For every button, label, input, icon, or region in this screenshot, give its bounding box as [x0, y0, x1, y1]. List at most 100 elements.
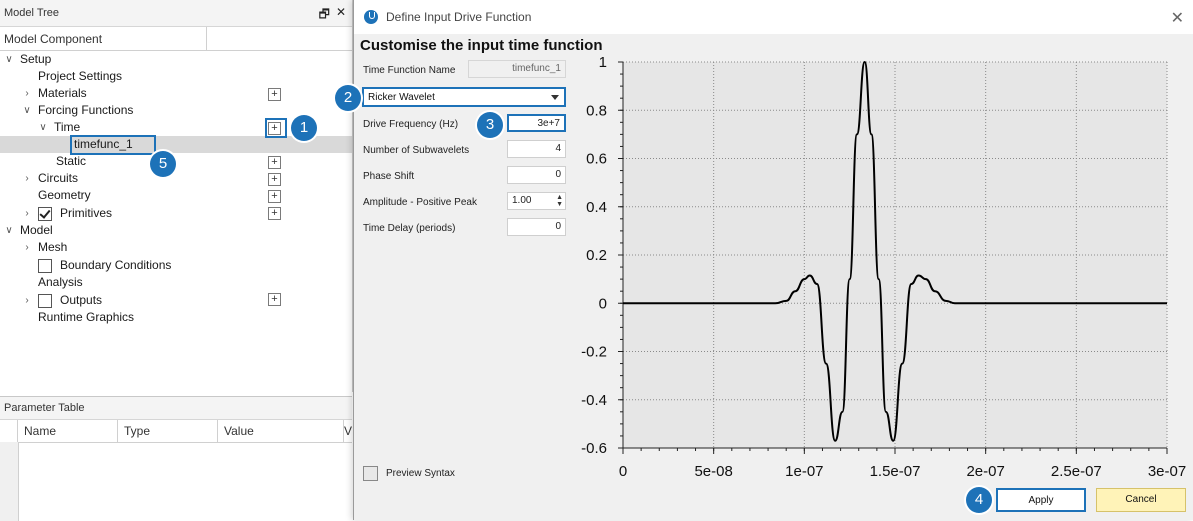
add-circuit-button[interactable]: + [268, 173, 281, 186]
tree-item-analysis[interactable]: Analysis [38, 274, 83, 291]
time-delay-input[interactable]: 0 [507, 218, 566, 236]
tree-item-time[interactable]: ∨ Time [38, 119, 80, 136]
subwavelets-input[interactable]: 4 [507, 140, 566, 158]
function-type-value: Ricker Wavelet [368, 92, 435, 103]
y-tick-label: -0.2 [581, 344, 607, 361]
tree-item-setup[interactable]: ∨ Setup [4, 51, 51, 68]
tree-item-mesh[interactable]: › Mesh [22, 239, 67, 256]
primitives-checkbox[interactable] [38, 206, 52, 221]
subwavelets-label: Number of Subwavelets [363, 145, 470, 156]
float-window-icon[interactable]: 🗗 [319, 5, 330, 26]
y-tick-label: 0 [599, 295, 607, 312]
column-type[interactable]: Type [118, 420, 218, 442]
chevron-right-icon[interactable]: › [22, 205, 32, 222]
tree-item-geometry[interactable]: Geometry [38, 187, 91, 204]
callout-5: 5 [150, 151, 176, 177]
boundary-conditions-checkbox[interactable] [38, 258, 52, 273]
amplitude-value: 1.00 [512, 195, 532, 206]
x-tick-label: 2.5e-07 [1051, 463, 1102, 480]
dialog-heading: Customise the input time function [360, 37, 603, 54]
column-name[interactable]: Name [18, 420, 118, 442]
chevron-right-icon[interactable]: › [22, 170, 32, 187]
tree-item-circuits[interactable]: › Circuits [22, 170, 78, 187]
model-component-header: Model Component [0, 27, 207, 50]
tree-item-boundary-conditions[interactable]: Boundary Conditions [38, 257, 171, 274]
model-tree-panel: Model Tree 🗗 ✕ Model Component ∨ Setup Pr… [0, 0, 353, 392]
model-tree-title: Model Tree [4, 7, 60, 19]
outputs-checkbox[interactable] [38, 293, 52, 308]
parameter-table-title: Parameter Table [4, 402, 85, 414]
apply-button[interactable]: Apply [996, 488, 1086, 512]
callout-3: 3 [477, 112, 503, 138]
row-header-column [0, 442, 19, 521]
column-value[interactable]: Value [218, 420, 344, 442]
drive-frequency-label: Drive Frequency (Hz) [363, 119, 459, 130]
model-tree-titlebar: Model Tree 🗗 ✕ [0, 0, 352, 27]
y-tick-label: -0.6 [581, 440, 607, 457]
parameter-table-titlebar: Parameter Table [0, 397, 352, 420]
x-tick-label: 1e-07 [785, 463, 823, 480]
spin-arrows-icon[interactable]: ▲ ▼ [556, 194, 563, 208]
add-geometry-button[interactable]: + [268, 190, 281, 203]
add-static-button[interactable]: + [268, 156, 281, 169]
y-tick-label: 0.6 [586, 151, 607, 168]
parameter-table-header: Name Type Value V [0, 420, 352, 443]
add-primitive-button[interactable]: + [268, 207, 281, 220]
preview-syntax-label: Preview Syntax [386, 468, 455, 479]
chevron-down-icon[interactable]: ∨ [22, 102, 32, 119]
tree-item-static[interactable]: Static [56, 153, 86, 170]
y-tick-label: -0.4 [581, 392, 607, 409]
x-tick-label: 3e-07 [1148, 463, 1186, 480]
chevron-right-icon[interactable]: › [22, 85, 32, 102]
add-output-button[interactable]: + [268, 293, 281, 306]
time-function-plot: 0 5e-08 1e-07 1.5e-07 2e-07 2.5e-07 3e-07 1 0.8 0… [581, 54, 1186, 480]
dialog-titlebar: Define Input Drive Function ✕ [354, 0, 1193, 34]
x-tick-label: 5e-08 [694, 463, 732, 480]
time-function-name-field: timefunc_1 [468, 60, 566, 78]
add-material-button[interactable]: + [268, 88, 281, 101]
close-icon[interactable]: ✕ [1171, 8, 1184, 28]
cancel-button[interactable]: Cancel [1096, 488, 1186, 512]
close-icon[interactable]: ✕ [336, 5, 346, 26]
row-header-corner [0, 420, 18, 442]
column-v[interactable]: V [344, 420, 352, 442]
preview-syntax-option[interactable]: Preview Syntax [363, 466, 455, 481]
drive-frequency-input[interactable]: 3e+7 [507, 114, 566, 132]
parameter-table-panel: Parameter Table Name Type Value V [0, 396, 352, 521]
phase-shift-input[interactable]: 0 [507, 166, 566, 184]
callout-highlight-timefunc [70, 135, 156, 155]
time-function-name-label: Time Function Name [363, 65, 456, 76]
tree-item-forcing-functions[interactable]: ∨ Forcing Functions [22, 102, 133, 119]
app-power-icon [364, 10, 378, 24]
x-tick-label: 0 [619, 463, 627, 480]
callout-2: 2 [335, 85, 361, 111]
tree-item-outputs[interactable]: › Outputs [22, 292, 102, 309]
preview-syntax-checkbox[interactable] [363, 466, 378, 481]
amplitude-label: Amplitude - Positive Peak [363, 197, 477, 208]
function-type-dropdown[interactable]: Ricker Wavelet [362, 87, 566, 107]
callout-4: 4 [966, 487, 992, 513]
dialog-title: Define Input Drive Function [386, 10, 532, 24]
amplitude-spinbox[interactable]: 1.00 ▲ ▼ [507, 192, 566, 210]
x-tick-label: 1.5e-07 [870, 463, 921, 480]
chevron-down-icon[interactable]: ∨ [4, 222, 14, 239]
tree-item-runtime-graphics[interactable]: Runtime Graphics [38, 309, 134, 326]
chevron-down-icon[interactable]: ∨ [4, 51, 14, 68]
y-tick-label: 0.4 [586, 199, 607, 216]
phase-shift-label: Phase Shift [363, 171, 415, 182]
chevron-right-icon[interactable]: › [22, 239, 32, 256]
time-delay-label: Time Delay (periods) [363, 223, 456, 234]
callout-highlight-add-time [265, 118, 287, 138]
chevron-right-icon[interactable]: › [22, 292, 32, 309]
x-tick-label: 2e-07 [966, 463, 1004, 480]
y-tick-label: 0.2 [586, 247, 607, 264]
dropdown-arrow-icon[interactable] [551, 95, 559, 100]
y-tick-label: 1 [599, 54, 607, 71]
tree-item-primitives[interactable]: › Primitives [22, 205, 112, 222]
tree-item-project-settings[interactable]: Project Settings [38, 68, 122, 85]
y-tick-label: 0.8 [586, 102, 607, 119]
tree-item-model[interactable]: ∨ Model [4, 222, 52, 239]
tree-item-materials[interactable]: › Materials [22, 85, 86, 102]
chevron-down-icon[interactable]: ∨ [38, 119, 48, 136]
callout-1: 1 [291, 115, 317, 141]
